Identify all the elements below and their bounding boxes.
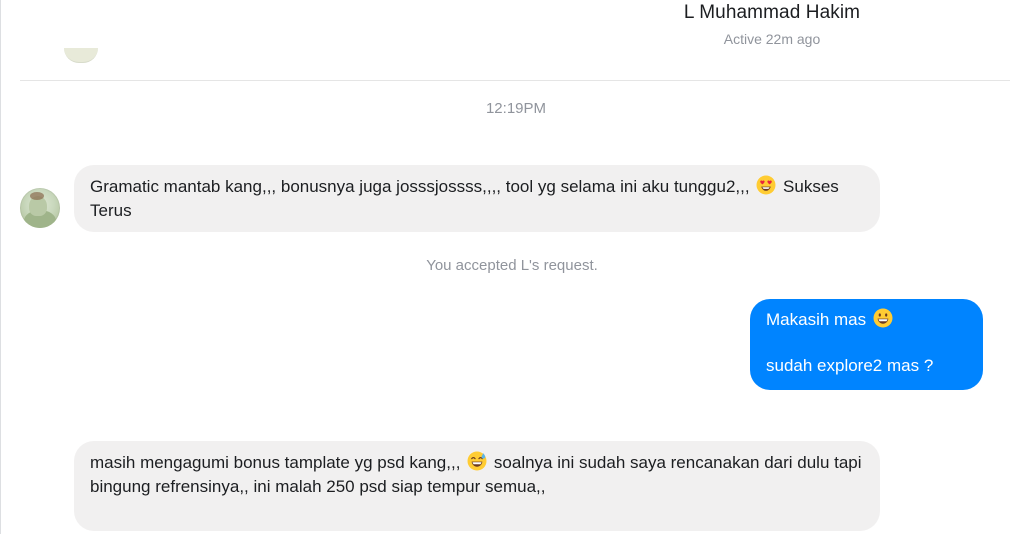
message-timestamp: 12:19PM xyxy=(485,100,547,117)
chat-header: L Muhammad Hakim Active 22m ago xyxy=(0,0,1024,63)
grinning-emoji-icon xyxy=(873,308,893,328)
message-text: Makasih mas xyxy=(766,310,867,329)
contact-avatar[interactable] xyxy=(20,188,60,228)
sweat-smile-emoji-icon xyxy=(467,451,487,471)
message-line-1: Makasih mas xyxy=(766,308,967,332)
contact-active-status: Active 22m ago xyxy=(723,31,821,47)
incoming-message-bubble[interactable]: masih mengagumi bonus tamplate yg psd ka… xyxy=(74,441,880,531)
incoming-message-bubble[interactable]: Gramatic mantab kang,,, bonusnya juga jo… xyxy=(74,165,880,232)
message-text: masih mengagumi bonus tamplate yg psd ka… xyxy=(90,453,461,472)
messenger-chat-window: L Muhammad Hakim Active 22m ago 12:19PM … xyxy=(0,0,1024,534)
message-line-2: sudah explore2 mas ? xyxy=(766,356,934,375)
contact-name[interactable]: L Muhammad Hakim xyxy=(0,2,1024,24)
header-avatar-partial xyxy=(64,48,98,63)
header-divider xyxy=(20,80,1010,81)
line-spacer xyxy=(766,332,967,354)
heart-eyes-emoji-icon xyxy=(756,175,776,195)
message-text: Gramatic mantab kang,,, bonusnya juga jo… xyxy=(90,177,750,196)
avatar-hair xyxy=(30,192,44,200)
request-accepted-notice: You accepted L's request. xyxy=(426,257,598,274)
outgoing-message-bubble[interactable]: Makasih mas sudah explore2 mas ? xyxy=(750,299,983,390)
